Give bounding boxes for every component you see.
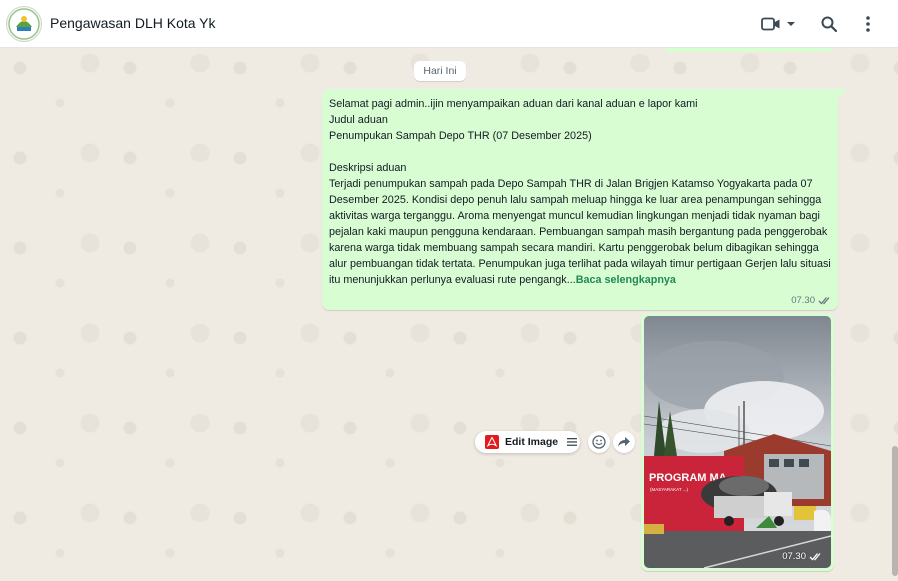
message-text: Selamat pagi admin..ijin menyampaikan ad…	[329, 96, 835, 288]
chat-area[interactable]: Hari Ini Selamat pagi admin..ijin menyam…	[0, 48, 898, 581]
message-time: 07.30	[791, 295, 815, 306]
chevron-down-icon[interactable]	[786, 12, 796, 36]
chat-header: Pengawasan DLH Kota Yk	[0, 0, 898, 48]
chat-title[interactable]: Pengawasan DLH Kota Yk	[50, 15, 216, 31]
video-call-icon[interactable]	[760, 12, 782, 36]
emoji-icon	[592, 435, 606, 449]
message-photo[interactable]: PROGRAM MA (MASYARAKAT ...) 07.30	[644, 316, 831, 568]
edit-image-button[interactable]: Edit Image	[475, 431, 580, 453]
group-avatar[interactable]	[6, 6, 42, 42]
message-body: Selamat pagi admin..ijin menyampaikan ad…	[329, 98, 831, 286]
image-meta: 07.30	[782, 551, 823, 562]
react-emoji-button[interactable]	[588, 431, 610, 453]
message-meta: 07.30	[791, 295, 832, 306]
garbage-depot-photo: PROGRAM MA (MASYARAKAT ...)	[644, 316, 831, 568]
search-icon[interactable]	[818, 12, 840, 36]
edit-image-label: Edit Image	[505, 436, 559, 448]
forward-icon	[618, 437, 630, 447]
double-check-icon	[809, 553, 821, 561]
outgoing-message-bubble[interactable]: Selamat pagi admin..ijin menyampaikan ad…	[322, 89, 846, 310]
image-message-bubble[interactable]: PROGRAM MA (MASYARAKAT ...) 07.30	[641, 313, 834, 571]
chat-scrollbar[interactable]	[892, 446, 898, 576]
menu-icon[interactable]	[567, 438, 578, 446]
dlh-logo-icon	[8, 8, 40, 40]
forward-button[interactable]	[613, 431, 635, 453]
date-chip: Hari Ini	[414, 61, 466, 81]
banner-subtext: (MASYARAKAT ...)	[650, 487, 689, 492]
image-time: 07.30	[782, 551, 806, 562]
read-more-link[interactable]: Baca selengkapnya	[576, 274, 676, 286]
previous-message-bubble	[664, 48, 834, 52]
more-vertical-icon[interactable]	[860, 12, 876, 36]
acrobat-icon	[485, 435, 499, 449]
double-check-icon	[818, 297, 830, 305]
